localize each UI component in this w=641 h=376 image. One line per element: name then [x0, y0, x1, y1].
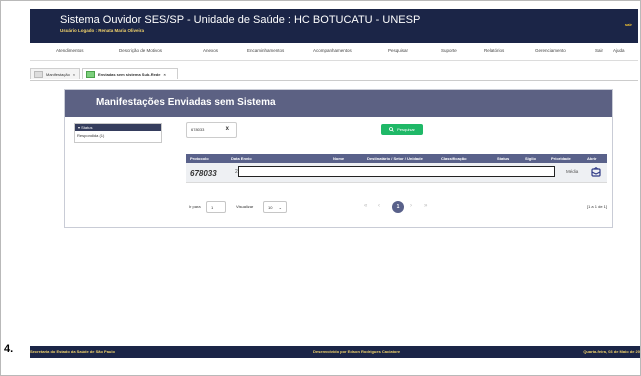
nav-descricao-motivos[interactable]: Descrição de Motivos: [119, 48, 162, 53]
next-page-icon[interactable]: ›: [410, 203, 412, 209]
app-title: Sistema Ouvidor SES/SP - Unidade de Saúd…: [60, 14, 421, 26]
nav-ajuda[interactable]: Ajuda: [613, 48, 625, 53]
page-number-value: 1: [211, 204, 214, 210]
search-input-value[interactable]: 678033: [191, 127, 204, 132]
tab-icon: [34, 70, 43, 78]
nav-sair[interactable]: Sair: [595, 48, 603, 53]
nav-pesquisar[interactable]: Pesquisar: [388, 48, 408, 53]
panel-header: Manifestações Enviadas sem Sistema: [65, 90, 612, 117]
tab-label: Manifestação: [46, 71, 70, 77]
footer: Secretaria do Estado da Saúde de São Pau…: [30, 346, 640, 358]
col-nome[interactable]: Nome: [333, 156, 344, 161]
prev-page-icon[interactable]: ‹: [378, 203, 380, 209]
page-title: Manifestações Enviadas sem Sistema: [96, 97, 276, 108]
current-page-button[interactable]: 1: [392, 201, 404, 213]
logged-user: Usuário Logado : Renata Maria Oliveira: [60, 28, 145, 33]
protocol-search-field[interactable]: 678033 x: [186, 122, 237, 138]
tab-label: Enviadas sem sistema Sub-Rede: [98, 71, 161, 77]
cell-prioridade: Média: [566, 169, 579, 174]
nav-relatorios[interactable]: Relatórios: [484, 48, 504, 53]
nav-acompanhamentos[interactable]: Acompanhamentos: [313, 48, 352, 53]
inline-text-input[interactable]: [238, 166, 555, 177]
cell-protocolo: 678033: [190, 169, 217, 178]
table-row[interactable]: 678033 28 Média: [186, 163, 607, 183]
go-to-label: Ir para: [189, 204, 201, 209]
table-header: Protocolo Data Envio Nome Destinatário /…: [186, 154, 607, 163]
caret-down-icon: ▾: [78, 125, 81, 130]
nav-suporte[interactable]: Suporte: [441, 48, 457, 53]
footer-secretaria: Secretaria do Estado da Saúde de São Pau…: [30, 349, 115, 354]
main-nav: Atendimentos Descrição de Motivos Anexos…: [30, 43, 638, 61]
search-button-label: Pesquisar: [397, 127, 415, 132]
view-label: Visualizar: [236, 204, 254, 209]
clear-search-button[interactable]: x: [226, 126, 229, 132]
nav-anexos[interactable]: Anexos: [203, 48, 218, 53]
col-prioridade[interactable]: Prioridade: [551, 156, 571, 161]
tab-icon: [86, 70, 95, 78]
step-number-label: 4.: [4, 343, 14, 355]
status-filter: ▾ Status Respondida (1): [74, 123, 162, 143]
col-status[interactable]: Status: [497, 156, 509, 161]
first-page-icon[interactable]: «: [364, 203, 367, 209]
pagination: Ir para 1 Visualizar 10 ⌄ « ‹ 1 › » [1 a…: [186, 201, 607, 215]
manifestacoes-panel: Manifestações Enviadas sem Sistema ▾ Sta…: [64, 89, 613, 228]
close-icon[interactable]: ×: [73, 72, 75, 77]
col-data-envio[interactable]: Data Envio: [231, 156, 252, 161]
status-item-respondida[interactable]: Respondida (1): [77, 133, 104, 138]
col-abrir[interactable]: Abrir: [587, 156, 597, 161]
header-badge[interactable]: sair: [625, 22, 632, 27]
last-page-icon[interactable]: »: [424, 203, 427, 209]
chevron-down-icon: ⌄: [278, 204, 282, 210]
app-header: Sistema Ouvidor SES/SP - Unidade de Saúd…: [30, 9, 638, 43]
status-filter-label: Status: [81, 125, 93, 130]
tab-bar: Manifestação × Enviadas sem sistema Sub-…: [30, 68, 638, 81]
col-protocolo[interactable]: Protocolo: [190, 156, 209, 161]
col-sigilo[interactable]: Sigilo: [525, 156, 536, 161]
open-mailbox-icon[interactable]: [591, 167, 601, 177]
col-destinatario[interactable]: Destinatário / Setor / Unidade: [367, 156, 423, 161]
footer-date: Quarta-feira, 03 de Maio de 20: [583, 349, 640, 354]
page-size-value: 10: [268, 204, 273, 210]
nav-atendimentos[interactable]: Atendimentos: [56, 48, 84, 53]
search-icon: [389, 127, 394, 132]
page-size-select[interactable]: 10 ⌄: [263, 201, 287, 213]
nav-encaminhamentos[interactable]: Encaminhamentos: [247, 48, 284, 53]
col-classificacao[interactable]: Classificação: [441, 156, 467, 161]
footer-developer: Desenvolvido por Edson Rodrigues Caciato…: [313, 349, 401, 354]
close-icon[interactable]: ×: [163, 72, 165, 77]
tab-manifestacao[interactable]: Manifestação ×: [30, 68, 80, 79]
tab-enviadas-sem-sistema[interactable]: Enviadas sem sistema Sub-Rede ×: [82, 68, 178, 79]
page-number-input[interactable]: 1: [206, 201, 226, 213]
search-button[interactable]: Pesquisar: [381, 124, 423, 135]
pagination-summary: [1 a 1 de 1]: [586, 204, 607, 209]
status-filter-header[interactable]: ▾ Status: [75, 124, 161, 131]
nav-gerenciamento[interactable]: Gerenciamento: [535, 48, 566, 53]
